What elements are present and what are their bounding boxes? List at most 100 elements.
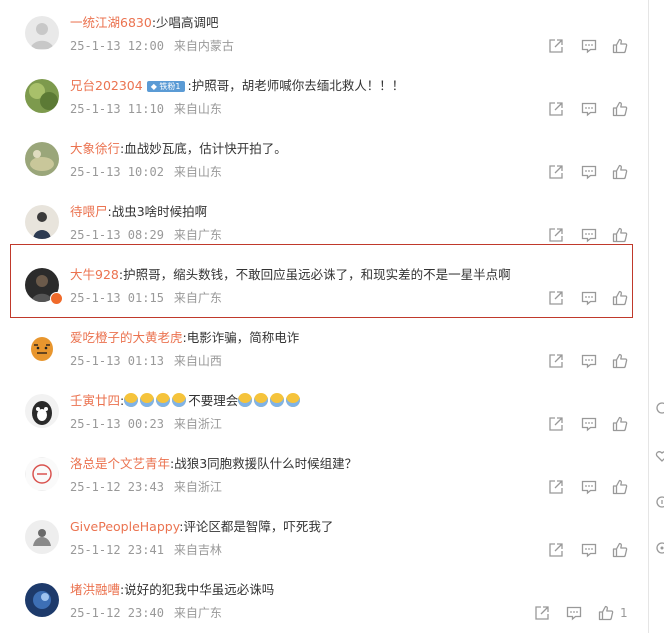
comment-line: 洛总是个文艺青年:战狼3同胞救援队什么时候组建？ — [70, 455, 357, 473]
like-icon[interactable] — [612, 353, 628, 369]
avatar[interactable] — [25, 394, 59, 428]
like-button[interactable]: 1 — [598, 605, 628, 621]
sidebar-edge-icon[interactable] — [654, 400, 664, 414]
comment-line: 一统江湖6830:少唱高调吧 — [70, 14, 219, 32]
avatar[interactable] — [25, 142, 59, 176]
avatar[interactable] — [25, 16, 59, 50]
share-icon[interactable] — [548, 101, 564, 117]
comment-meta: 25-1-13 11:10 来自山东 — [70, 101, 222, 117]
username-link[interactable]: 洛总是个文艺青年 — [70, 456, 170, 471]
comment-line: 爱吃橙子的大黄老虎:电影诈骗，简称电诈 — [70, 329, 299, 347]
avatar[interactable] — [25, 520, 59, 554]
comment-list: 一统江湖6830:少唱高调吧 25-1-13 12:00 来自内蒙古 兄台2023… — [0, 0, 645, 633]
share-icon[interactable] — [548, 542, 564, 558]
location: 来自广东 — [173, 291, 222, 305]
sidebar-edge-icon[interactable] — [654, 494, 664, 508]
timestamp: 25-1-12 23:40 — [70, 606, 164, 620]
comment-text-after: 不要理会 — [188, 393, 239, 408]
comment-meta: 25-1-13 10:02 来自山东 — [70, 164, 222, 180]
comment-icon[interactable] — [581, 479, 597, 495]
location: 来自山东 — [173, 102, 222, 116]
sidebar-edge-icon[interactable] — [654, 448, 664, 462]
timestamp: 25-1-12 23:43 — [70, 480, 164, 494]
share-icon[interactable] — [548, 164, 564, 180]
username-link[interactable]: 大牛928 — [70, 267, 119, 282]
avatar[interactable] — [25, 331, 59, 365]
comment-text: :护照哥，缩头数钱，不敢回应虽远必诛了，和现实差的不是一星半点啊 — [118, 267, 511, 282]
comment-icon[interactable] — [581, 290, 597, 306]
comment-meta: 25-1-13 01:15 来自广东 — [70, 290, 222, 306]
comment-text: :评论区都是智障，吓死我了 — [179, 519, 334, 534]
emoji-icon — [238, 393, 253, 407]
emoji-icon — [254, 393, 269, 407]
username-link[interactable]: 大象徐行 — [70, 141, 120, 156]
location: 来自广东 — [173, 606, 222, 620]
comment-text: :电影诈骗，简称电诈 — [182, 330, 300, 345]
share-icon[interactable] — [534, 605, 550, 621]
comment-meta: 25-1-13 01:13 来自山西 — [70, 353, 222, 369]
comment-icon[interactable] — [581, 353, 597, 369]
username-link[interactable]: 待喂尸 — [70, 204, 108, 219]
comment-item: 待喂尸:战虫3啥时候拍啊 25-1-13 08:29 来自广东 — [0, 189, 645, 251]
like-icon — [598, 605, 614, 621]
username-link[interactable]: GivePeopleHappy — [70, 519, 179, 534]
avatar[interactable] — [25, 583, 59, 617]
emoji-icon — [140, 393, 155, 407]
comment-icon[interactable] — [566, 605, 582, 621]
emoji-icon — [156, 393, 171, 407]
fan-badge: ◆ 铁粉1 — [146, 81, 185, 92]
username-link[interactable]: 壬寅廿四 — [70, 393, 120, 408]
avatar[interactable] — [25, 79, 59, 113]
comment-item: 大牛928:护照哥，缩头数钱，不敢回应虽远必诛了，和现实差的不是一星半点啊 25… — [0, 252, 645, 314]
like-icon[interactable] — [612, 416, 628, 432]
comment-icon[interactable] — [581, 416, 597, 432]
panel-divider — [648, 0, 649, 633]
comment-icon[interactable] — [581, 101, 597, 117]
like-icon[interactable] — [612, 290, 628, 306]
timestamp: 25-1-13 10:02 — [70, 165, 164, 179]
share-icon[interactable] — [548, 479, 564, 495]
timestamp: 25-1-13 11:10 — [70, 102, 164, 116]
comment-line: 待喂尸:战虫3啥时候拍啊 — [70, 203, 207, 221]
comment-icon[interactable] — [581, 38, 597, 54]
location: 来自吉林 — [173, 543, 222, 557]
comment-text: :少唱高调吧 — [151, 15, 219, 30]
timestamp: 25-1-13 01:13 — [70, 354, 164, 368]
comment-text: :战虫3啥时候拍啊 — [107, 204, 208, 219]
comment-line: 壬寅廿四: 不要理会 — [70, 392, 302, 410]
comment-item: 洛总是个文艺青年:战狼3同胞救援队什么时候组建？ 25-1-12 23:43 来自… — [0, 441, 645, 503]
like-icon[interactable] — [612, 38, 628, 54]
username-link[interactable]: 兄台202304 — [70, 78, 143, 93]
avatar[interactable] — [25, 205, 59, 239]
timestamp: 25-1-13 01:15 — [70, 291, 164, 305]
like-icon[interactable] — [612, 479, 628, 495]
comment-text: :说好的犯我中华虽远必诛吗 — [120, 582, 275, 597]
comment-line: GivePeopleHappy:评论区都是智障，吓死我了 — [70, 518, 333, 536]
share-icon[interactable] — [548, 38, 564, 54]
comment-text: :护照哥，胡老师喊你去缅北救人！！！ — [187, 78, 405, 93]
username-link[interactable]: 一统江湖6830 — [70, 15, 152, 30]
like-icon[interactable] — [612, 164, 628, 180]
share-icon[interactable] — [548, 353, 564, 369]
location: 来自浙江 — [173, 480, 222, 494]
sidebar-edge-icon[interactable] — [654, 540, 664, 554]
like-icon[interactable] — [612, 542, 628, 558]
comment-item: 堵洪融嘈:说好的犯我中华虽远必诛吗 25-1-12 23:40 来自广东 1 — [0, 567, 645, 629]
comment-icon[interactable] — [581, 164, 597, 180]
comment-line: 兄台202304 ◆ 铁粉1:护照哥，胡老师喊你去缅北救人！！！ — [70, 77, 404, 95]
avatar[interactable] — [25, 457, 59, 491]
username-link[interactable]: 爱吃橙子的大黄老虎 — [70, 330, 183, 345]
comment-icon[interactable] — [581, 227, 597, 243]
comment-icon[interactable] — [581, 542, 597, 558]
timestamp: 25-1-13 08:29 — [70, 228, 164, 242]
username-link[interactable]: 堵洪融嘈 — [70, 582, 120, 597]
like-icon[interactable] — [612, 101, 628, 117]
share-icon[interactable] — [548, 416, 564, 432]
comment-item: 一统江湖6830:少唱高调吧 25-1-13 12:00 来自内蒙古 — [0, 0, 645, 62]
comment-line: 大牛928:护照哥，缩头数钱，不敢回应虽远必诛了，和现实差的不是一星半点啊 — [70, 266, 511, 284]
comment-meta: 25-1-12 23:40 来自广东 — [70, 605, 222, 621]
like-icon[interactable] — [612, 227, 628, 243]
location: 来自山西 — [173, 354, 222, 368]
share-icon[interactable] — [548, 227, 564, 243]
share-icon[interactable] — [548, 290, 564, 306]
